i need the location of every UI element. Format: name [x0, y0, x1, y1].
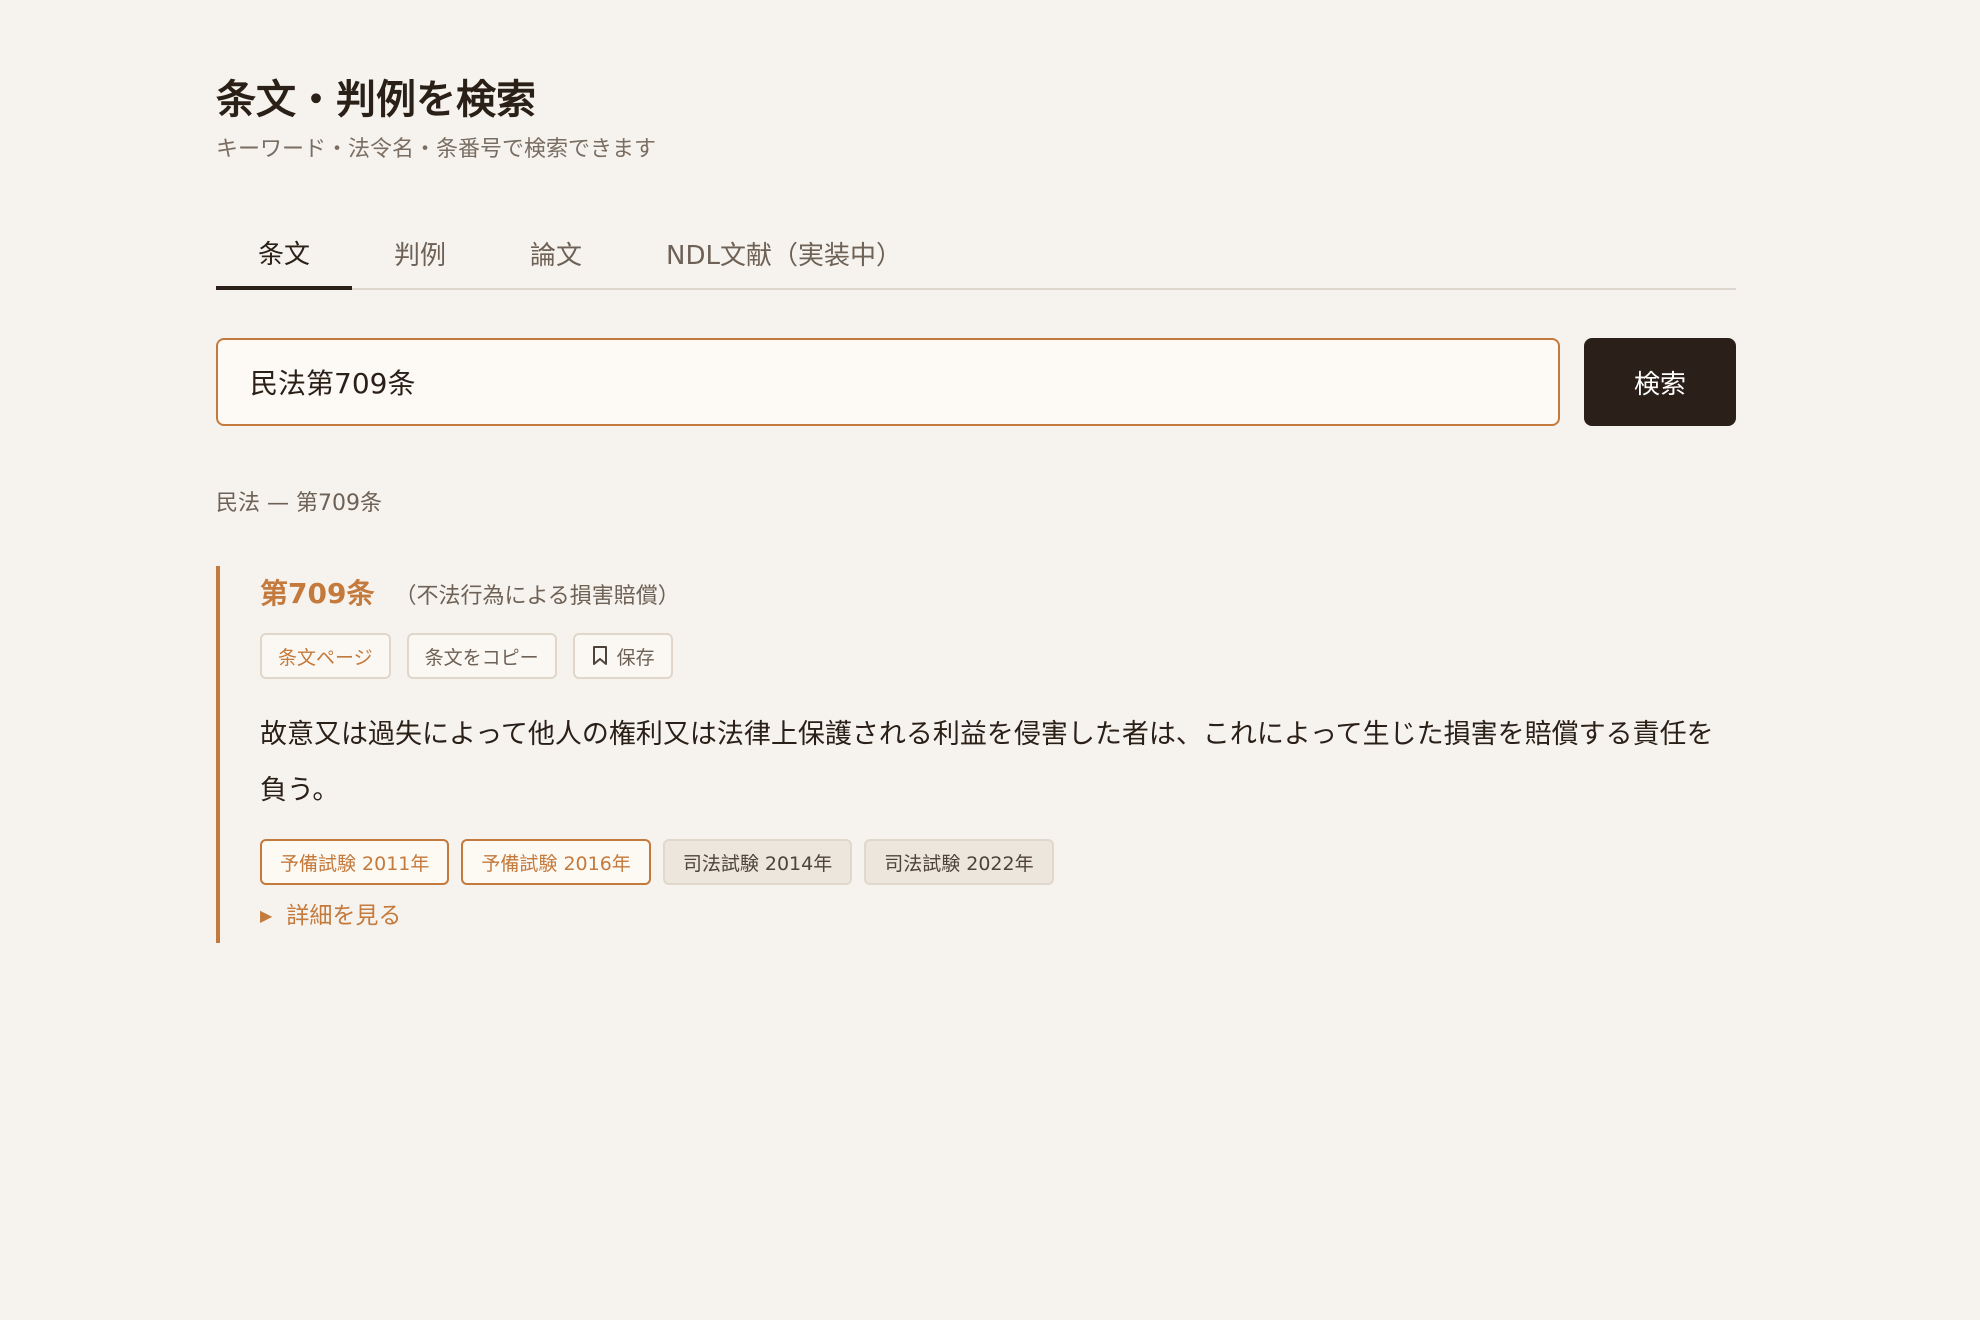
exam-tag[interactable]: 予備試験 2011年 — [260, 839, 450, 885]
search-page: 条文・判例を検索 キーワード・法令名・条番号で検索できます 条文 判例 論文 N… — [216, 72, 1736, 943]
copy-article-button[interactable]: 条文をコピー — [406, 633, 557, 679]
exam-tag[interactable]: 司法試験 2022年 — [864, 839, 1054, 885]
triangle-right-icon: ▶ — [260, 906, 273, 925]
search-row: 検索 — [216, 338, 1736, 426]
article-actions: 条文ページ 条文をコピー 保存 — [260, 633, 1736, 679]
tab-ndl[interactable]: NDL文献（実装中） — [624, 218, 944, 288]
tab-bar: 条文 判例 論文 NDL文献（実装中） — [216, 218, 1736, 290]
article-page-label: 条文ページ — [278, 646, 373, 669]
save-label: 保存 — [616, 646, 655, 669]
article-text: 故意又は過失によって他人の権利又は法律上保護される利益を侵害した者は、これによっ… — [260, 719, 1714, 806]
article-number: 第709条 — [260, 577, 375, 610]
result-breadcrumb: 民法 — 第709条 — [216, 491, 382, 516]
exam-tags: 予備試験 2011年 予備試験 2016年 司法試験 2014年 司法試験 20… — [260, 839, 1736, 885]
search-input[interactable] — [216, 338, 1560, 426]
article-header: 第709条 （不法行為による損害賠償） — [260, 574, 1736, 617]
article-card: 第709条 （不法行為による損害賠償） 条文ページ 条文をコピー 保存 故意又は… — [216, 566, 1736, 943]
bookmark-icon — [591, 645, 609, 667]
search-button[interactable]: 検索 — [1584, 338, 1736, 426]
page-title: 条文・判例を検索 — [216, 77, 536, 123]
exam-tag[interactable]: 司法試験 2014年 — [662, 839, 853, 885]
tab-cases[interactable]: 判例 — [352, 218, 488, 288]
tab-articles[interactable]: 条文 — [216, 218, 353, 290]
details-toggle[interactable]: ▶ 詳細を見る — [260, 899, 1736, 933]
save-button[interactable]: 保存 — [572, 633, 673, 679]
article-caption: （不法行為による損害賠償） — [394, 584, 680, 609]
copy-article-label: 条文をコピー — [424, 646, 539, 669]
page-subtitle: キーワード・法令名・条番号で検索できます — [216, 137, 657, 162]
article-page-button[interactable]: 条文ページ — [260, 633, 391, 679]
tab-papers[interactable]: 論文 — [488, 218, 624, 288]
exam-tag[interactable]: 予備試験 2016年 — [461, 839, 651, 885]
details-label: 詳細を見る — [286, 903, 402, 929]
